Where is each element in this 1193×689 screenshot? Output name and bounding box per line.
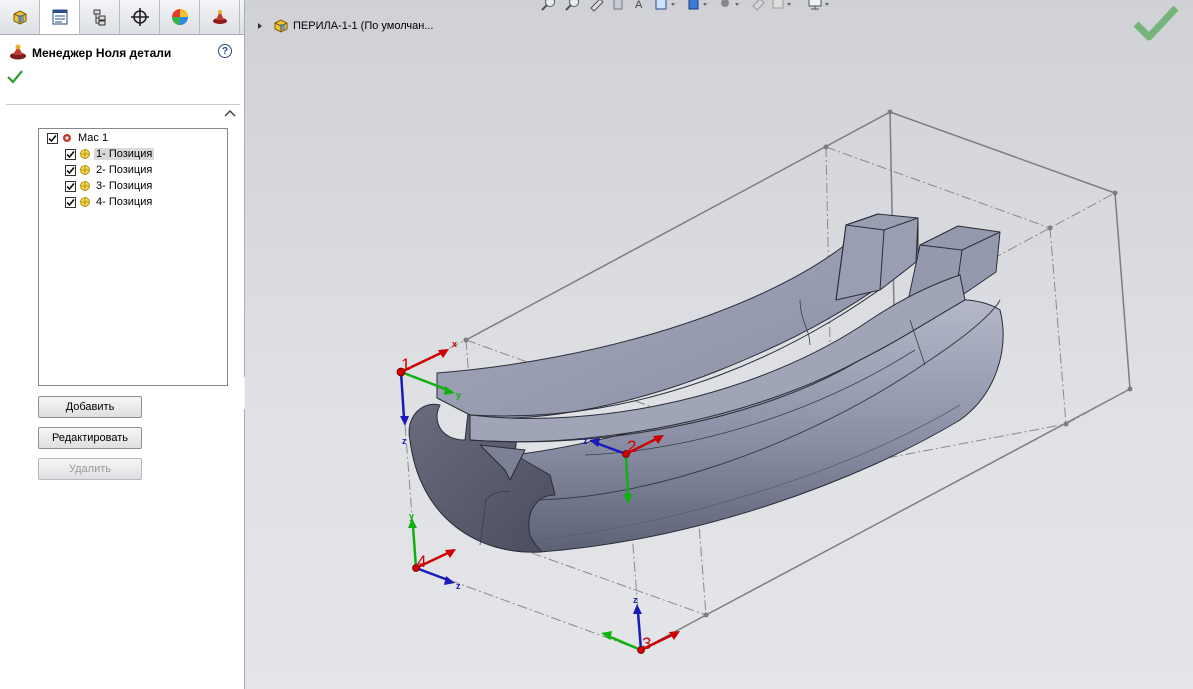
feature-breadcrumb[interactable]: ПЕРИЛА-1-1 (По умолчан... [255,18,434,34]
tree-item-label: 1- Позиция [94,148,155,160]
view-orientation-icon[interactable] [654,0,678,12]
checkbox[interactable] [47,132,58,144]
model-scene[interactable]: x y z 1 z 2 z 3 y z 4 [245,0,1193,689]
tab-display-manager[interactable] [160,0,200,34]
configuration-manager-tab-icon [93,9,105,26]
axis-y-label: y [409,511,414,521]
heads-up-view-toolbar: A [540,0,1140,16]
delete-button[interactable]: Удалить [38,458,142,480]
axis-x-label: x [452,339,457,349]
checkbox[interactable] [65,180,76,192]
position-triad-3[interactable]: z 3 [601,595,680,654]
checkmark-icon [66,166,75,174]
position-icon [80,149,90,159]
edit-appearance-icon[interactable] [750,0,768,12]
zoom-to-fit-icon[interactable] [540,0,558,12]
tree-item-3[interactable]: 3- Позиция [65,178,154,194]
checkmark-icon [66,150,75,158]
dimxpert-manager-tab-icon [130,8,149,26]
tab-feature-manager[interactable] [0,0,40,34]
tree-item-2[interactable]: 2- Позиция [65,162,154,178]
axis-y-label: y [456,390,461,400]
checkbox[interactable] [65,148,76,160]
view-settings-icon[interactable] [806,0,832,12]
graphics-viewport[interactable]: x y z 1 z 2 z 3 y z 4 A ПЕРИЛА-1-1 (По у… [245,0,1193,689]
apply-scene-icon[interactable] [770,0,794,12]
previous-view-icon[interactable] [588,0,606,12]
position-number-2: 2 [627,437,636,456]
mate-manager-tab-icon [212,10,227,24]
chevron-up-icon[interactable] [224,108,236,118]
section-view-icon[interactable] [610,0,628,12]
position-number-1: 1 [401,355,410,374]
position-icon [80,165,90,175]
panel-header: Менеджер Ноля детали ? [8,42,238,64]
checkbox[interactable] [65,196,76,208]
position-tree: Мас 1 1- Позиция 2- Позиция 3- Позиция 4… [38,128,228,386]
expand-arrow-icon[interactable] [255,21,265,31]
tree-item-label: 2- Позиция [96,164,153,176]
tree-root-label: Мас 1 [78,132,109,144]
zero-point-manager-icon [10,44,26,60]
tab-configuration-manager[interactable] [80,0,120,34]
axis-z-label: z [456,581,461,591]
tab-dimxpert-manager[interactable] [120,0,160,34]
position-number-3: 3 [642,634,651,653]
section-divider [6,104,240,105]
position-icon [80,181,90,191]
dynamic-annotation-icon[interactable]: A [632,0,650,12]
position-icon [80,197,90,207]
panel-title: Менеджер Ноля детали [32,46,172,60]
display-manager-tab-icon [171,9,188,25]
hide-show-items-icon[interactable] [718,0,742,12]
breadcrumb-part-name: ПЕРИЛА-1-1 (По умолчан... [293,20,434,32]
checkmark-icon [66,198,75,206]
part-icon [274,19,288,33]
help-icon[interactable]: ? [218,44,232,58]
tree-item-label: 4- Позиция [96,196,153,208]
display-style-icon[interactable] [686,0,710,12]
add-button[interactable]: Добавить [38,396,142,418]
tree-root-row[interactable]: Мас 1 [47,130,110,146]
tree-item-label: 3- Позиция [96,180,153,192]
ok-check-icon[interactable] [7,70,23,84]
checkmark-icon [66,182,75,190]
axis-z-label: z [583,436,588,446]
feature-manager-tab-icon [13,10,26,25]
part-manager-panel: Менеджер Ноля детали ? Мас 1 1- Позиция [0,0,245,689]
tree-item-4[interactable]: 4- Позиция [65,194,154,210]
panel-tab-bar [0,0,244,35]
tab-mate-manager[interactable] [200,0,240,34]
zoom-to-area-icon[interactable] [564,0,582,12]
axis-z-label: z [633,595,638,605]
rail-part[interactable] [408,213,1004,553]
confirm-check-icon[interactable] [1133,4,1179,42]
edit-button[interactable]: Редактировать [38,427,142,449]
property-manager-tab-icon [52,9,67,24]
axis-z-label: z [402,436,407,446]
root-icon [63,134,71,142]
checkbox[interactable] [65,164,76,176]
checkmark-icon [48,134,57,142]
svg-text:A: A [635,0,643,11]
position-number-4: 4 [417,552,426,571]
tab-property-manager[interactable] [40,0,80,34]
tree-item-1[interactable]: 1- Позиция [65,146,155,162]
